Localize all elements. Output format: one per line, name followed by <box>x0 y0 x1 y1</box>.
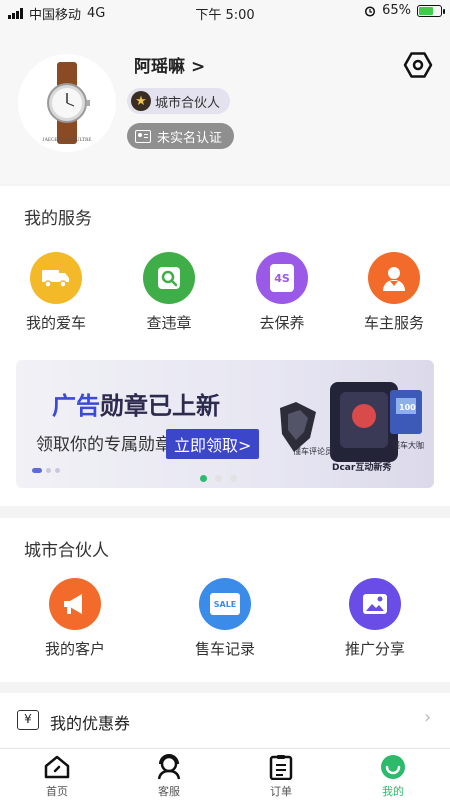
status-bar: 中国移动 4G 下午 5:00 65% <box>0 0 450 24</box>
partner-title: 城市合伙人 <box>24 541 109 561</box>
truck-icon <box>30 252 82 304</box>
banner-headline: 广告勋章已上新 <box>52 392 220 420</box>
claim-button[interactable]: 立即领取> <box>166 429 260 459</box>
settings-button[interactable] <box>401 48 435 82</box>
megaphone-icon <box>49 578 101 630</box>
tab-support[interactable]: 客服 <box>129 753 209 799</box>
alarm-icon <box>365 5 376 17</box>
service-owner[interactable]: 车主服务 <box>349 252 439 333</box>
service-label: 我的爱车 <box>25 314 86 332</box>
tab-orders[interactable]: 订单 <box>241 753 321 799</box>
banner-subtitle: 领取你的专属勋章 <box>36 435 172 455</box>
service-violations[interactable]: 查违章 <box>124 252 214 333</box>
partner-badge[interactable]: ★ 城市合伙人 <box>127 88 231 114</box>
partner-share[interactable]: 推广分享 <box>330 578 420 659</box>
tab-profile[interactable]: 我的 <box>353 753 433 799</box>
service-label: 去保养 <box>259 314 305 332</box>
verify-badge-label: 未实名认证 <box>157 130 223 146</box>
partner-label: 我的客户 <box>44 640 105 658</box>
battery-percent: 65% <box>382 3 411 18</box>
profile-icon <box>353 753 433 781</box>
oil-icon: 4S <box>256 252 308 304</box>
service-label: 车主服务 <box>363 314 424 332</box>
partner-my-customers[interactable]: 我的客户 <box>30 578 120 659</box>
banner-indicator <box>32 468 60 473</box>
settings-hexagon-icon <box>403 52 433 78</box>
coupon-icon: ¥ <box>17 710 39 730</box>
image-icon <box>349 578 401 630</box>
verify-badge[interactable]: 未实名认证 <box>127 123 235 149</box>
coupon-row[interactable]: ¥ 我的优惠券 › <box>0 693 450 748</box>
services-title: 我的服务 <box>24 209 92 229</box>
order-icon <box>241 753 321 781</box>
medals-illustration: 懂车评论员 Dcar互动新秀 懂车大咖 100 <box>280 382 424 473</box>
partner-label: 推广分享 <box>344 640 405 658</box>
service-label: 查违章 <box>146 314 192 332</box>
medal-text: Dcar互动新秀 <box>332 461 391 473</box>
promo-banner[interactable]: 广告勋章已上新 领取你的专属勋章 立即领取> 懂车评论员 Dcar互动新秀 懂车… <box>16 360 434 488</box>
chevron-right-icon: > <box>191 57 206 77</box>
tab-label: 我的 <box>382 785 404 798</box>
service-my-car[interactable]: 我的爱车 <box>11 252 101 333</box>
tab-label: 订单 <box>270 785 292 798</box>
partner-label: 售车记录 <box>194 640 255 658</box>
avatar-brand-text: JAEGER-LECOULTRE <box>42 138 92 143</box>
home-icon <box>17 753 97 781</box>
tab-label: 首页 <box>46 785 68 798</box>
partner-sales-records[interactable]: SALE 售车记录 <box>180 578 270 659</box>
tab-home[interactable]: 首页 <box>17 753 97 799</box>
username[interactable]: 阿瑶嘛 > <box>134 52 205 77</box>
tab-label: 客服 <box>158 785 180 798</box>
battery-icon <box>417 4 445 17</box>
service-maintenance[interactable]: 4S 去保养 <box>237 252 327 333</box>
medal-text: 懂车评论员 <box>293 446 333 456</box>
person-icon <box>368 252 420 304</box>
profile-header: JAEGER-LECOULTRE 阿瑶嘛 > ★ 城市合伙人 未实名认证 <box>0 24 450 184</box>
medal-text: 100 <box>399 403 416 412</box>
avatar[interactable]: JAEGER-LECOULTRE <box>18 54 116 152</box>
tab-bar: 首页 客服 订单 我的 <box>0 748 450 800</box>
search-icon <box>143 252 195 304</box>
carousel-indicator <box>200 475 237 482</box>
username-text: 阿瑶嘛 <box>134 57 185 77</box>
star-badge-icon: ★ <box>131 91 151 111</box>
sale-tag-icon: SALE <box>199 578 251 630</box>
chevron-right-icon: › <box>424 707 432 728</box>
support-icon <box>129 753 209 781</box>
medal-text: 懂车大咖 <box>392 440 424 450</box>
coupon-label: 我的优惠券 <box>50 714 131 733</box>
partner-badge-label: 城市合伙人 <box>155 95 221 111</box>
id-card-icon <box>135 129 151 143</box>
